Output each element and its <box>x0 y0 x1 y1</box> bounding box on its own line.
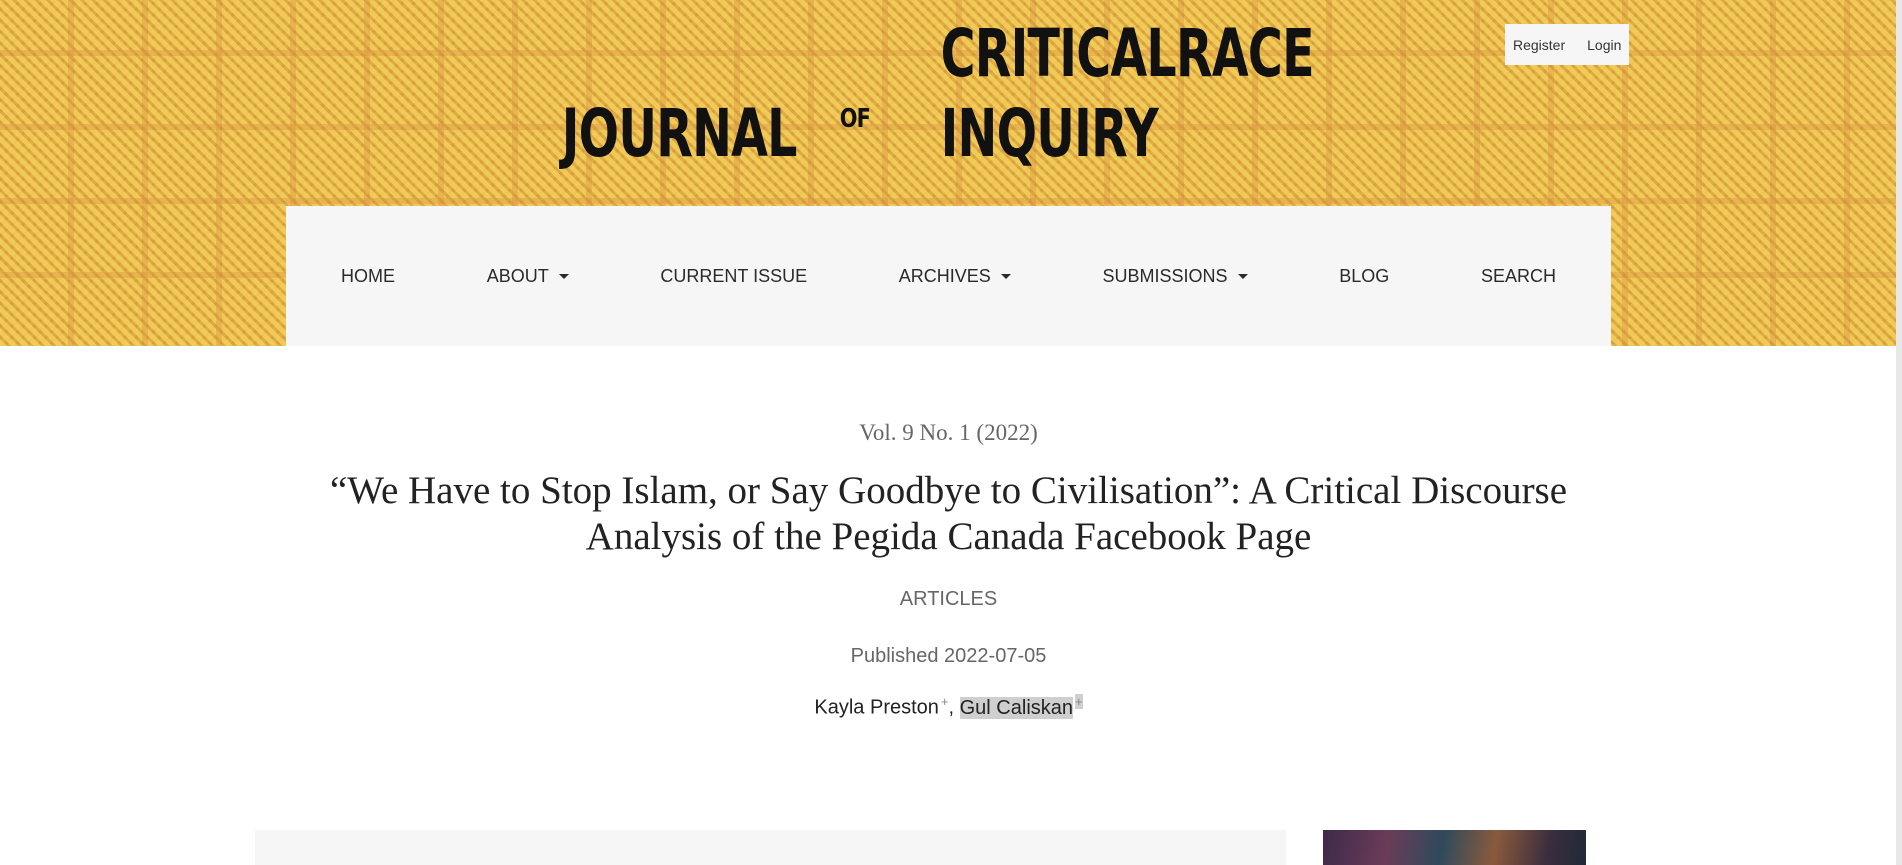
nav-item-archives[interactable]: ARCHIVES <box>899 266 1011 287</box>
nav-item-label: CURRENT ISSUE <box>660 265 808 286</box>
logo-text-of: OF <box>839 104 871 134</box>
primary-nav: HOME ABOUT CURRENT ISSUE ARCHIVES SUBMIS… <box>286 206 1611 346</box>
nav-item-label: SEARCH <box>1480 265 1556 286</box>
nav-item-search[interactable]: SEARCH <box>1481 266 1556 287</box>
nav-item-label: SUBMISSIONS <box>1102 265 1228 286</box>
logo-text-critical-race-inquiry: CRITICALRACE INQUIRY <box>940 15 1315 172</box>
issue-cover-image[interactable] <box>1323 830 1586 865</box>
login-link[interactable]: Login <box>1587 37 1621 53</box>
nav-item-blog[interactable]: BLOG <box>1339 266 1389 287</box>
nav-item-label: ARCHIVES <box>898 265 991 286</box>
article-section: ARTICLES <box>899 588 998 610</box>
nav-item-home[interactable]: HOME <box>341 266 395 287</box>
article-title: “We Have to Stop Islam, or Say Goodbye t… <box>329 469 1568 558</box>
author-mark: + <box>1075 694 1083 709</box>
nav-item-submissions[interactable]: SUBMISSIONS <box>1103 266 1248 287</box>
author-name[interactable]: Kayla Preston <box>814 697 939 719</box>
nav-item-current-issue[interactable]: CURRENT ISSUE <box>660 266 807 287</box>
nav-item-label: BLOG <box>1339 265 1390 286</box>
scrollbar[interactable] <box>1896 0 1902 865</box>
author-mark: + <box>940 694 949 709</box>
nav-item-label: HOME <box>341 265 395 286</box>
author-separator: , <box>948 696 955 719</box>
nav-item-about[interactable]: ABOUT <box>487 266 569 287</box>
published-date: Published 2022-07-05 <box>850 645 1047 667</box>
caret-down-icon <box>1000 273 1011 279</box>
journal-logo[interactable]: JOURNAL OF CRITICALRACE INQUIRY <box>561 15 1322 174</box>
register-link[interactable]: Register <box>1513 37 1565 53</box>
article-header: Vol. 9 No. 1 (2022) “We Have to Stop Isl… <box>286 420 1611 720</box>
caret-down-icon <box>558 273 569 279</box>
site-header: Register Login JOURNAL OF CRITICALRACE I… <box>0 0 1902 346</box>
logo-text-journal: JOURNAL <box>561 95 797 172</box>
issue-link[interactable]: Vol. 9 No. 1 (2022) <box>286 420 1611 446</box>
nav-item-label: ABOUT <box>486 265 549 286</box>
author-name[interactable]: Gul Caliskan <box>959 696 1074 719</box>
author-list: Kayla Preston +, Gul Caliskan + <box>286 694 1611 720</box>
user-nav: Register Login <box>1505 24 1630 65</box>
caret-down-icon <box>1237 273 1248 279</box>
article-main-panel <box>255 830 1286 865</box>
